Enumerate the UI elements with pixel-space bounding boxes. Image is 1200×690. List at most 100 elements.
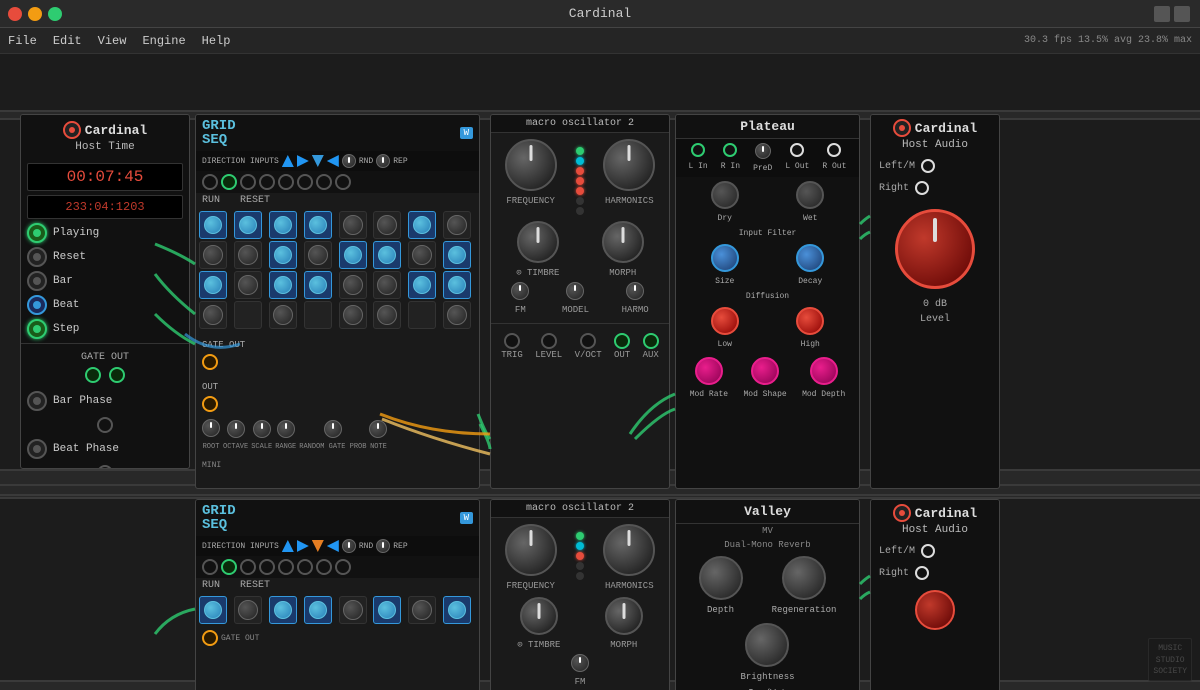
close-button[interactable] — [8, 7, 22, 21]
l-in-port[interactable] — [691, 143, 705, 157]
b-cell-5[interactable] — [373, 596, 401, 624]
close-icon[interactable] — [1174, 6, 1190, 22]
r-in-port[interactable] — [723, 143, 737, 157]
b-in-port-8[interactable] — [335, 559, 351, 575]
cell-1-0[interactable] — [199, 241, 227, 269]
b-in-port-6[interactable] — [297, 559, 313, 575]
gate-out-port-2[interactable] — [109, 367, 125, 383]
regen-knob[interactable] — [782, 556, 826, 600]
cell-3-7[interactable] — [443, 301, 471, 329]
cell-1-3[interactable] — [304, 241, 332, 269]
out-port-gs[interactable] — [202, 396, 218, 412]
gate-out-port-1[interactable] — [85, 367, 101, 383]
reset-button[interactable]: Reset — [27, 247, 183, 267]
cell-3-5[interactable] — [373, 301, 401, 329]
mod-rate-knob[interactable] — [695, 357, 723, 385]
hab-right-port[interactable] — [915, 566, 929, 580]
input-port-5[interactable] — [278, 174, 294, 190]
cell-2-1[interactable] — [234, 271, 262, 299]
menu-help[interactable]: Help — [202, 34, 231, 48]
input-port-8[interactable] — [335, 174, 351, 190]
b-fm-knob[interactable] — [571, 654, 589, 672]
step-button[interactable]: Step — [27, 319, 183, 339]
b-gate-port[interactable] — [202, 630, 218, 646]
menu-file[interactable]: File — [8, 34, 37, 48]
b-morph-knob[interactable] — [605, 597, 643, 635]
b-harmonics-knob[interactable] — [603, 524, 655, 576]
cell-0-5[interactable] — [373, 211, 401, 239]
wet-knob[interactable] — [796, 181, 824, 209]
cell-2-6[interactable] — [408, 271, 436, 299]
cell-2-0[interactable] — [199, 271, 227, 299]
pin-icon[interactable] — [1154, 6, 1170, 22]
b-cell-2[interactable] — [269, 596, 297, 624]
frequency-knob[interactable] — [505, 139, 557, 191]
cell-0-6[interactable] — [408, 211, 436, 239]
cell-3-3[interactable] — [304, 301, 332, 329]
b-cell-4[interactable] — [339, 596, 367, 624]
cell-1-4[interactable] — [339, 241, 367, 269]
b-cell-1[interactable] — [234, 596, 262, 624]
gate-out-port-gs-1[interactable] — [202, 354, 218, 370]
l-out-port[interactable] — [790, 143, 804, 157]
input-port-6[interactable] — [297, 174, 313, 190]
random-knob[interactable] — [324, 420, 342, 438]
b-rnd-knob[interactable] — [342, 539, 356, 553]
beat-phase-button[interactable]: Beat Phase — [27, 439, 183, 459]
b-cell-6[interactable] — [408, 596, 436, 624]
cell-3-2[interactable] — [269, 301, 297, 329]
beat-button[interactable]: Beat — [27, 295, 183, 315]
minimize-button[interactable] — [28, 7, 42, 21]
title-bar-icons[interactable] — [1154, 6, 1190, 22]
filter-low-knob[interactable] — [711, 307, 739, 335]
playing-button[interactable]: Playing — [27, 223, 183, 243]
harmonics-knob[interactable] — [603, 139, 655, 191]
arrow-up[interactable] — [282, 155, 294, 167]
cell-2-3[interactable] — [304, 271, 332, 299]
cell-2-4[interactable] — [339, 271, 367, 299]
rep-knob[interactable] — [376, 154, 390, 168]
root-knob[interactable] — [202, 419, 220, 437]
cell-0-7[interactable] — [443, 211, 471, 239]
cell-3-0[interactable] — [199, 301, 227, 329]
cell-3-6[interactable] — [408, 301, 436, 329]
cell-1-1[interactable] — [234, 241, 262, 269]
b-in-port-1[interactable] — [202, 559, 218, 575]
beat-phase-port[interactable] — [97, 465, 113, 469]
right-output-port[interactable] — [915, 181, 929, 195]
input-port-1[interactable] — [202, 174, 218, 190]
depth-knob[interactable] — [699, 556, 743, 600]
b-in-port-3[interactable] — [240, 559, 256, 575]
brightness-knob[interactable] — [745, 623, 789, 667]
cell-0-0[interactable] — [199, 211, 227, 239]
window-controls[interactable] — [8, 7, 62, 21]
input-port-3[interactable] — [240, 174, 256, 190]
octave-knob[interactable] — [227, 420, 245, 438]
mod-depth-knob[interactable] — [810, 357, 838, 385]
range-knob[interactable] — [277, 420, 295, 438]
input-port-7[interactable] — [316, 174, 332, 190]
timbre-knob[interactable] — [517, 221, 559, 263]
left-output-port[interactable] — [921, 159, 935, 173]
r-out-port[interactable] — [827, 143, 841, 157]
b-cell-3[interactable] — [304, 596, 332, 624]
menu-view[interactable]: View — [98, 34, 127, 48]
aux-port[interactable] — [643, 333, 659, 349]
cell-0-1[interactable] — [234, 211, 262, 239]
note-knob[interactable] — [369, 420, 387, 438]
model-knob[interactable] — [566, 282, 584, 300]
b-in-port-4[interactable] — [259, 559, 275, 575]
bar-button[interactable]: Bar — [27, 271, 183, 291]
b-freq-knob[interactable] — [505, 524, 557, 576]
out-port-osc[interactable] — [614, 333, 630, 349]
cell-3-4[interactable] — [339, 301, 367, 329]
b-cell-7[interactable] — [443, 596, 471, 624]
cell-2-2[interactable] — [269, 271, 297, 299]
mod-shape-knob[interactable] — [751, 357, 779, 385]
level-port[interactable] — [541, 333, 557, 349]
cell-1-6[interactable] — [408, 241, 436, 269]
cell-2-7[interactable] — [443, 271, 471, 299]
scale-knob[interactable] — [253, 420, 271, 438]
rnd-knob[interactable] — [342, 154, 356, 168]
b-arrow-up[interactable] — [282, 540, 294, 552]
